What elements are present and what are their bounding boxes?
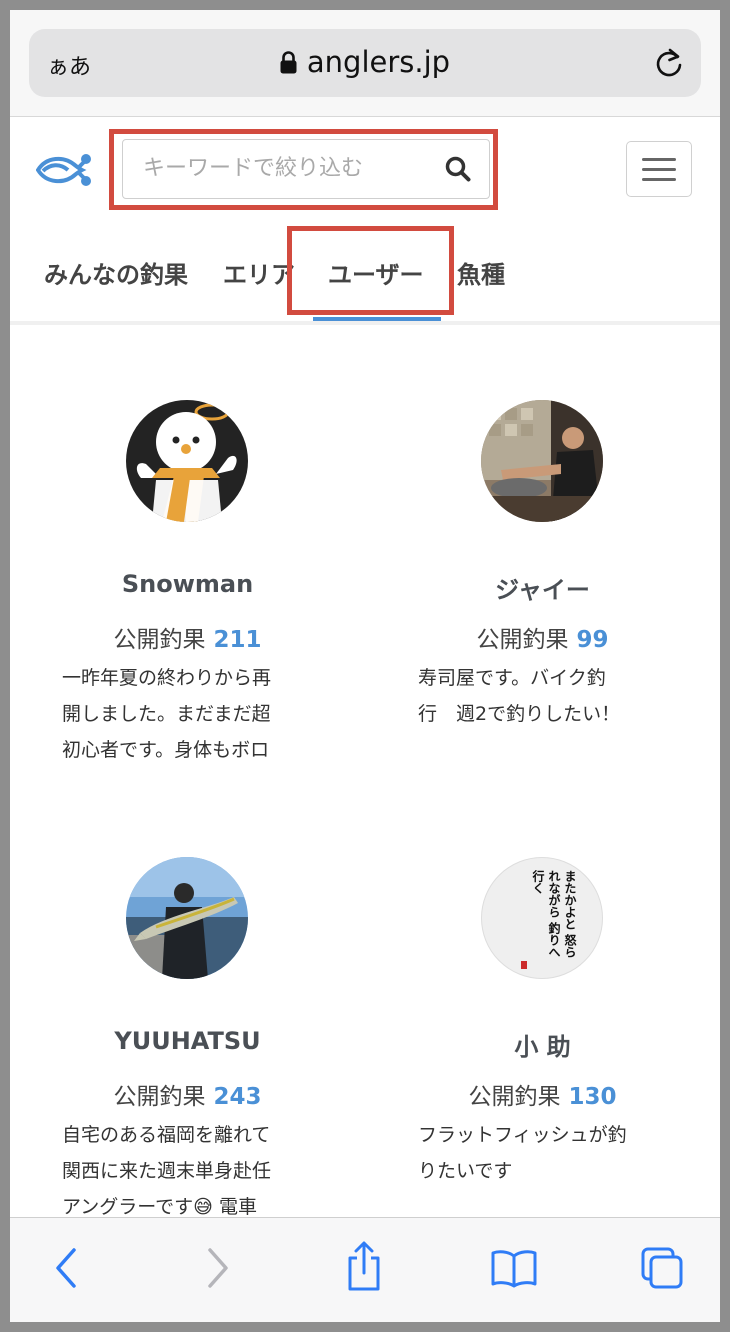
tab-everyone-results[interactable]: みんなの釣果 (44, 255, 188, 290)
search-input[interactable] (123, 140, 443, 196)
phone-screen: ぁあ anglers.jp キーワードで絞り込む みんなの釣果 エリア ユーザー… (10, 10, 720, 1322)
bio-line: 自宅のある福岡を離れて (62, 1124, 271, 1146)
public-results-count: 公開釣果 243 (10, 1077, 365, 1111)
bio-line: 行 週2で釣りしたい！ (418, 703, 621, 725)
chef-photo-avatar-image (481, 400, 603, 522)
browser-bottom-toolbar (10, 1217, 720, 1322)
fish-logo-icon[interactable] (36, 151, 94, 189)
avatar[interactable]: またかよと 怒られながら 釣りへ行く (481, 857, 603, 979)
user-name[interactable]: ジャイー (365, 570, 720, 605)
bio-line: りたいです (418, 1160, 513, 1182)
menu-bar-icon (642, 168, 676, 171)
public-results-label: 公開釣果 (113, 1084, 206, 1110)
hamburger-menu-button[interactable] (626, 141, 692, 197)
user-card[interactable]: Snowman 公開釣果 211 一昨年夏の終わりから再 開しました。まだまだ超 … (10, 400, 365, 780)
forward-arrow-icon[interactable] (204, 1246, 232, 1290)
public-results-label: 公開釣果 (476, 627, 569, 653)
url-text: anglers.jp (306, 45, 451, 79)
search-icon[interactable] (445, 156, 471, 182)
user-bio: フラットフィッシュが釣 りたいです (418, 1117, 627, 1189)
category-tabs: みんなの釣果 エリア ユーザー 魚種 (10, 223, 720, 325)
bio-line: 一昨年夏の終わりから再 (62, 667, 272, 689)
bio-line: 初心者です。身体もボロ (62, 739, 270, 761)
user-name[interactable]: Snowman (10, 570, 365, 598)
menu-bar-icon (642, 178, 676, 181)
tabs-overview-icon[interactable] (640, 1246, 684, 1290)
avatar[interactable] (481, 400, 603, 522)
lock-icon (280, 51, 297, 74)
user-name[interactable]: 小 助 (365, 1027, 720, 1062)
public-results-label: 公開釣果 (468, 1084, 561, 1110)
user-bio: 寿司屋です。バイク釣 行 週2で釣りしたい！ (418, 660, 620, 732)
public-results-count: 公開釣果 130 (365, 1077, 720, 1111)
avatar[interactable] (126, 400, 248, 522)
site-header (10, 116, 720, 224)
tab-fish-species[interactable]: 魚種 (457, 255, 505, 290)
angler-with-fish-avatar-image (126, 857, 248, 979)
results-number: 211 (213, 627, 262, 653)
active-tab-indicator (313, 317, 441, 321)
bookmarks-book-icon[interactable] (490, 1248, 538, 1288)
browser-top-bar: ぁあ anglers.jp (10, 10, 720, 116)
user-bio: 一昨年夏の終わりから再 開しました。まだまだ超 初心者です。身体もボロ (62, 660, 271, 768)
public-results-count: 公開釣果 211 (10, 620, 365, 654)
bio-line: 関西に来た週末単身赴任 (62, 1160, 272, 1182)
calligraphy-line: またかよと (563, 870, 577, 930)
public-results-label: 公開釣果 (113, 627, 206, 653)
user-card[interactable]: YUUHATSU 公開釣果 243 自宅のある福岡を離れて 関西に来た週末単身赴任… (10, 857, 365, 1218)
results-number: 130 (568, 1084, 617, 1110)
snowman-avatar-image (126, 400, 248, 522)
user-bio: 自宅のある福岡を離れて 関西に来た週末単身赴任 アングラーです😅 電車 (62, 1117, 271, 1225)
user-card[interactable]: またかよと 怒られながら 釣りへ行く 小 助 公開釣果 130 フラットフィッシュ… (365, 857, 720, 1217)
reload-icon[interactable] (653, 47, 685, 79)
red-seal-stamp-icon (521, 961, 527, 969)
bio-line: フラットフィッシュが釣 (418, 1124, 627, 1146)
tab-users[interactable]: ユーザー (328, 255, 424, 290)
bio-line: 寿司屋です。バイク釣 (418, 667, 606, 689)
user-name[interactable]: YUUHATSU (10, 1027, 365, 1055)
avatar[interactable] (126, 857, 248, 979)
calligraphy-avatar-text: またかよと 怒られながら 釣りへ行く (508, 870, 578, 968)
menu-bar-icon (642, 158, 676, 161)
results-number: 243 (213, 1084, 262, 1110)
search-box (122, 139, 490, 199)
url-display[interactable]: anglers.jp (29, 45, 701, 79)
back-arrow-icon[interactable] (52, 1246, 80, 1290)
tab-area[interactable]: エリア (223, 255, 295, 290)
address-bar[interactable]: ぁあ anglers.jp (29, 29, 701, 97)
results-number: 99 (576, 627, 609, 653)
user-card[interactable]: ジャイー 公開釣果 99 寿司屋です。バイク釣 行 週2で釣りしたい！ (365, 400, 720, 780)
share-icon[interactable] (344, 1240, 384, 1292)
public-results-count: 公開釣果 99 (365, 620, 720, 654)
bio-line: 開しました。まだまだ超 (62, 703, 271, 725)
